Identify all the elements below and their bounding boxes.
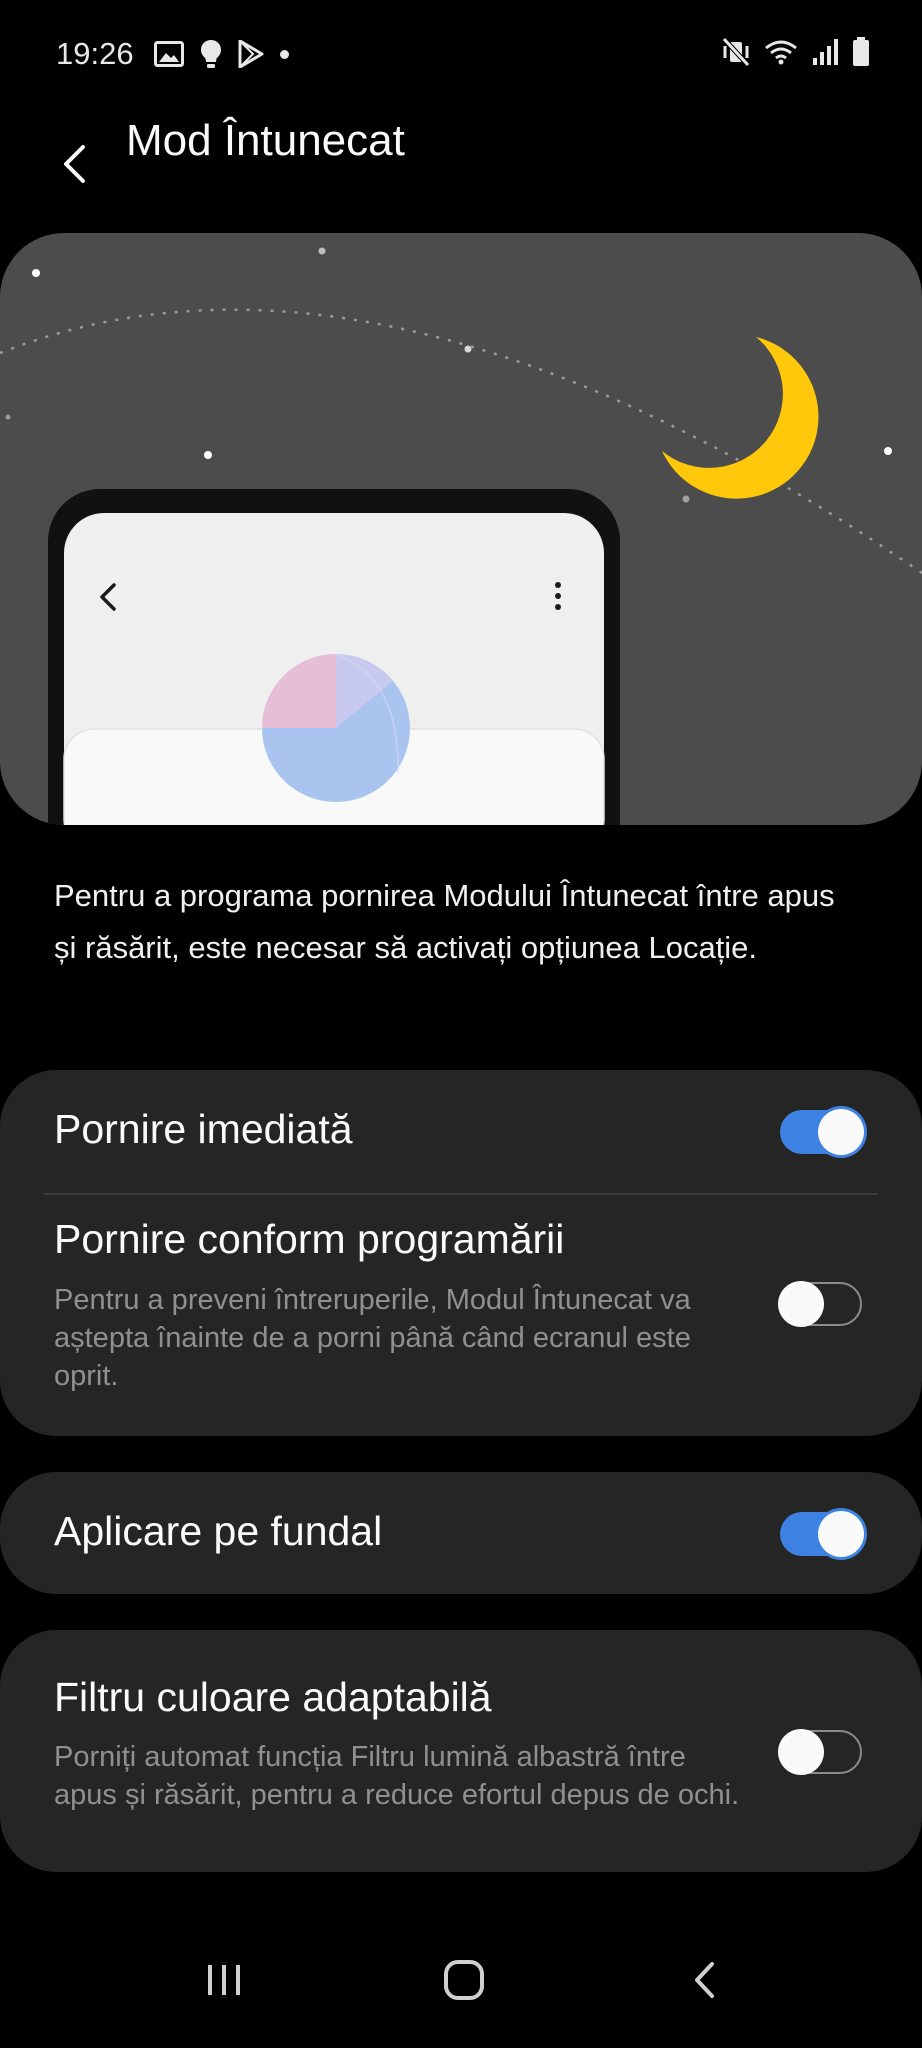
- signal-icon: [813, 39, 838, 65]
- home-icon: [444, 1960, 484, 2000]
- immediate-start-switch[interactable]: [780, 1109, 864, 1155]
- notification-icons: [154, 36, 289, 72]
- scheduled-start-switch[interactable]: [778, 1280, 862, 1327]
- play-store-icon: [238, 40, 264, 68]
- battery-icon: [853, 37, 869, 66]
- switch-knob: [818, 1109, 864, 1155]
- home-button[interactable]: [404, 1940, 524, 2020]
- adaptive-filter-subtitle: Porniți automat funcția Filtru lumină al…: [54, 1741, 740, 1811]
- scheduled-start-title: Pornire conform programării: [54, 1216, 565, 1262]
- moon-icon: [662, 337, 819, 499]
- back-icon: [695, 1962, 714, 1998]
- back-button[interactable]: [46, 124, 102, 204]
- wallpaper-settings-card: Aplicare pe fundal: [0, 1472, 922, 1594]
- switch-knob: [818, 1511, 864, 1557]
- adaptive-filter-card: Filtru culoare adaptabilă Porniți automa…: [0, 1630, 922, 1872]
- status-time: 19:26: [56, 36, 134, 71]
- back-arrow-icon: [64, 145, 85, 183]
- dot-icon: [280, 49, 289, 59]
- recent-apps-button[interactable]: [164, 1940, 284, 2020]
- adaptive-filter-row[interactable]: Filtru culoare adaptabilă Porniți automa…: [0, 1630, 922, 1872]
- navigation-bar: [0, 1930, 922, 2048]
- nav-back-button[interactable]: [644, 1940, 764, 2020]
- scheduled-start-row[interactable]: Pornire conform programării Pentru a pre…: [0, 1194, 922, 1436]
- apply-wallpaper-switch[interactable]: [780, 1511, 864, 1557]
- system-icons: [722, 34, 870, 70]
- adaptive-filter-switch[interactable]: [778, 1728, 862, 1775]
- wifi-icon: [765, 40, 797, 65]
- scheduled-start-subtitle: Pentru a preveni întreruperile, Modul În…: [54, 1284, 691, 1392]
- immediate-start-title: Pornire imediată: [54, 1106, 353, 1152]
- bulb-icon: [201, 40, 221, 68]
- switch-knob: [778, 1728, 824, 1775]
- image-icon: [154, 41, 184, 67]
- night-sky-graphic: [0, 247, 922, 825]
- page-title: Mod Întunecat: [126, 116, 405, 165]
- switch-knob: [778, 1280, 824, 1327]
- apply-wallpaper-title: Aplicare pe fundal: [54, 1508, 383, 1554]
- mute-vibrate-icon: [722, 37, 750, 67]
- status-bar: 19:26: [0, 0, 922, 104]
- location-requirement-text: Pentru a programa pornirea Modului Întun…: [54, 878, 835, 965]
- activation-settings-card: Pornire imediată Pornire conform program…: [0, 1070, 922, 1436]
- apply-wallpaper-row[interactable]: Aplicare pe fundal: [0, 1472, 922, 1594]
- adaptive-filter-title: Filtru culoare adaptabilă: [54, 1674, 492, 1720]
- recent-apps-icon: [208, 1965, 240, 1995]
- dark-mode-illustration: [0, 233, 922, 825]
- immediate-start-row[interactable]: Pornire imediată: [0, 1070, 922, 1192]
